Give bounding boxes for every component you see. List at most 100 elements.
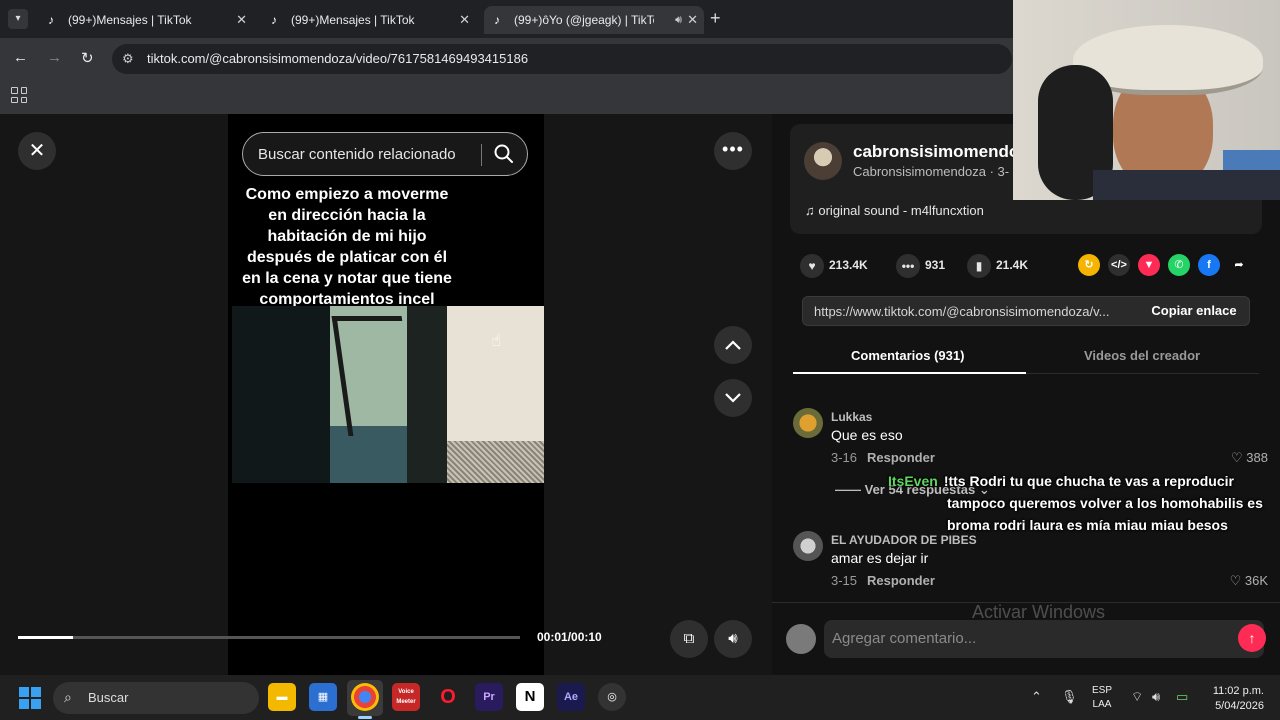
speaker-icon[interactable]: 🔊︎ [675, 6, 682, 34]
new-tab-button[interactable]: + [710, 8, 721, 29]
picture-in-picture-icon[interactable]: ⧉ [670, 620, 708, 658]
windows-activation-watermark: Activar Windows [972, 602, 1106, 622]
comment-button[interactable]: ••• 931 [896, 254, 946, 278]
keyboard-layout: LAA [1092, 699, 1112, 710]
wifi-icon[interactable]: ⌔ [1131, 689, 1143, 705]
video-caption: Como empiezo a moverme en dirección haci… [242, 186, 452, 308]
repost-icon[interactable]: ↻ [1078, 254, 1100, 276]
video-time: 00:01/00:10 [537, 630, 602, 644]
reload-icon[interactable]: ↻ [81, 49, 94, 67]
chat-username: ItsEven [888, 473, 938, 489]
search-icon[interactable] [493, 143, 515, 165]
send-to-friends-icon[interactable]: ▼ [1138, 254, 1160, 276]
heart-icon: ♥ [800, 254, 824, 278]
next-video-button[interactable] [714, 379, 752, 417]
chat-line: !tts Rodri tu que chucha te vas a reprod… [943, 473, 1234, 489]
browser-tab-active[interactable]: ♪ (99+)ôYo (@jgeagk) | TikTok 🔊︎ ✕ [484, 6, 704, 34]
commenter-avatar[interactable] [793, 531, 823, 561]
store-icon[interactable]: ▦ [309, 683, 337, 711]
tab-search-button[interactable]: ▾ [8, 9, 28, 29]
chat-line: tampoco queremos volver a los homohabili… [947, 495, 1263, 511]
file-explorer-icon[interactable]: ▬ [268, 683, 296, 711]
author-avatar[interactable] [804, 142, 842, 180]
copy-link-button[interactable]: Copiar enlace [1138, 297, 1250, 325]
comment-date: 3-15 [831, 573, 858, 588]
save-button[interactable]: ▮ 21.4K [967, 254, 1028, 278]
commenter-name[interactable]: Lukkas [831, 410, 872, 424]
site-info-icon[interactable]: ⚙ [122, 51, 134, 67]
chrome-icon[interactable] [351, 683, 379, 711]
close-tab-icon[interactable]: ✕ [687, 6, 698, 34]
active-tab-indicator [793, 372, 1026, 374]
comment-like-count: 388 [1246, 450, 1268, 465]
more-options-icon[interactable]: ••• [714, 132, 752, 170]
comment-item: EL AYUDADOR DE PIBES amar es dejar ir 3-… [793, 531, 1268, 593]
apps-grid-icon[interactable] [11, 87, 27, 103]
battery-icon[interactable]: ▭ [1176, 689, 1188, 705]
url-text: tiktok.com/@cabronsisimomendoza/video/76… [147, 51, 529, 66]
video-area: ✕ Buscar contenido relacionado Como empi… [0, 114, 772, 675]
clock[interactable]: 11:02 p.m. 5/04/2026 [1206, 684, 1264, 714]
back-icon[interactable]: ← [13, 49, 28, 66]
music-note-icon: ♫ [805, 203, 819, 218]
search-placeholder: Buscar contenido relacionado [258, 146, 456, 163]
comment-text: Que es eso [831, 427, 903, 443]
comment-count: 931 [925, 258, 946, 273]
tray-chevron-icon[interactable]: ⌃ [1031, 689, 1042, 705]
notion-icon[interactable]: N [516, 683, 544, 711]
like-button[interactable]: ♥ 213.4K [800, 254, 868, 278]
comment-like-button[interactable]: ♡ 388 [1231, 450, 1268, 466]
author-name[interactable]: cabronsisimomendoza [853, 142, 1037, 162]
tab-comments[interactable]: Comentarios (931) [851, 348, 964, 363]
like-count: 213.4K [829, 258, 868, 273]
voicemeeter-icon[interactable]: Voice Meeter [392, 683, 420, 711]
comment-date: 3-16 [831, 450, 858, 465]
facebook-icon[interactable]: f [1198, 254, 1220, 276]
obs-icon[interactable]: ◎ [598, 683, 626, 711]
windows-start-icon[interactable] [19, 687, 41, 709]
tab-title: (99+)Mensajes | TikTok [68, 13, 192, 27]
close-tab-icon[interactable]: ✕ [236, 6, 247, 34]
volume-icon[interactable]: 🔊︎ [714, 620, 752, 658]
microphone-icon[interactable]: 🎙︎ [1061, 689, 1078, 705]
commenter-avatar[interactable] [793, 408, 823, 438]
sound-name: original sound - m4lfuncxtion [818, 203, 984, 218]
comment-like-button[interactable]: ♡ 36K [1230, 573, 1268, 589]
tab-creator-videos[interactable]: Videos del creador [1084, 348, 1200, 363]
volume-tray-icon[interactable]: 🔊︎ [1152, 689, 1160, 705]
video-progress-bar[interactable] [18, 636, 520, 639]
comment-placeholder: Agregar comentario... [832, 630, 977, 647]
reply-button[interactable]: Responder [867, 450, 935, 465]
share-arrow-icon[interactable]: ➦ [1228, 254, 1250, 276]
premiere-icon[interactable]: Pr [475, 683, 503, 711]
whatsapp-icon[interactable]: ✆ [1168, 254, 1190, 276]
heart-outline-icon: ♡ [1229, 573, 1245, 588]
taskbar-search-label: Buscar [88, 690, 129, 705]
previous-video-button[interactable] [714, 326, 752, 364]
video-link[interactable]: https://www.tiktok.com/@cabronsisimomend… [814, 304, 1132, 319]
sound-link[interactable]: ♫ original sound - m4lfuncxtion [805, 203, 984, 218]
close-tab-icon[interactable]: ✕ [459, 6, 470, 34]
tab-title: (99+)Mensajes | TikTok [291, 13, 415, 27]
chat-line: broma rodri laura es mía miau miau besos [947, 517, 1228, 533]
address-bar[interactable]: ⚙ tiktok.com/@cabronsisimomendoza/video/… [112, 44, 1012, 74]
chevron-up-icon [725, 340, 741, 350]
forward-icon[interactable]: → [47, 49, 62, 66]
my-avatar[interactable] [786, 624, 816, 654]
embed-icon[interactable]: </> [1108, 254, 1130, 276]
opera-icon[interactable]: O [434, 683, 462, 711]
browser-tab[interactable]: ♪ (99+)Mensajes | TikTok ✕ [38, 6, 253, 34]
author-subtitle: Cabronsisimomendoza · 3- [853, 164, 1010, 179]
related-search-input[interactable]: Buscar contenido relacionado [242, 132, 528, 176]
post-comment-icon[interactable]: ↑ [1238, 624, 1266, 652]
close-icon[interactable]: ✕ [18, 132, 56, 170]
tiktok-icon: ♪ [48, 13, 54, 27]
after-effects-icon[interactable]: Ae [557, 683, 585, 711]
reply-button[interactable]: Responder [867, 573, 935, 588]
windows-taskbar: ⌕ Buscar ▬ ▦ Voice Meeter O Pr N Ae ◎ ⌃ … [0, 675, 1280, 720]
comment-input[interactable]: Agregar comentario... [824, 620, 1264, 658]
browser-tab[interactable]: ♪ (99+)Mensajes | TikTok ✕ [261, 6, 476, 34]
language-indicator[interactable]: ESP LAA [1092, 684, 1112, 712]
stream-chat-overlay: ItsEven !tts Rodri tu que chucha te vas a… [888, 470, 1280, 536]
taskbar-search[interactable]: ⌕ Buscar [53, 682, 259, 714]
